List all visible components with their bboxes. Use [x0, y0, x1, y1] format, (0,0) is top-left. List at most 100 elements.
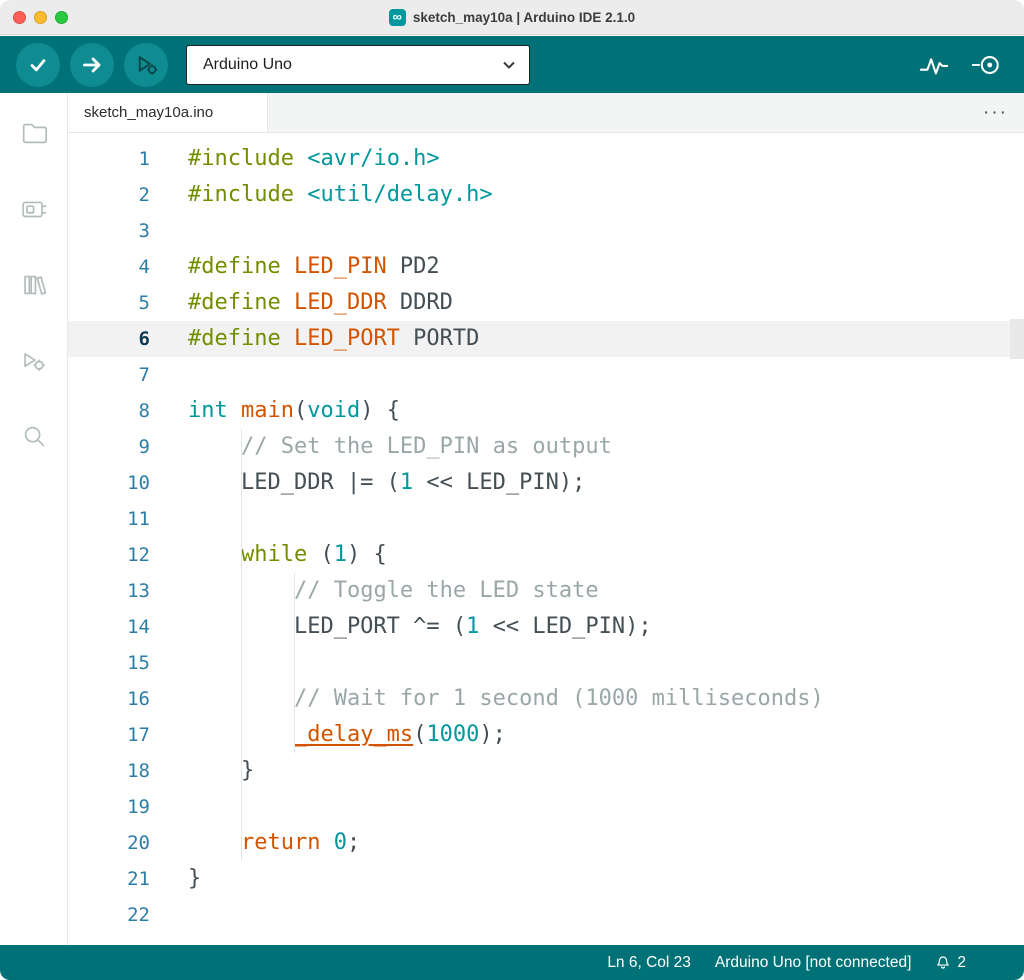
line-number[interactable]: 19	[68, 789, 150, 825]
boards-manager-icon	[19, 194, 49, 224]
code-text: LED_PORT ^= (1 << LED_PIN);	[150, 609, 652, 645]
code-text: #define LED_PIN PD2	[150, 249, 440, 285]
line-number[interactable]: 8	[68, 393, 150, 429]
notifications-button[interactable]: 2	[935, 954, 966, 972]
sidebar-item-search[interactable]	[0, 399, 67, 475]
code-line[interactable]: 15	[68, 645, 1024, 681]
verify-button[interactable]	[16, 43, 60, 87]
code-line[interactable]: 16 // Wait for 1 second (1000 millisecon…	[68, 681, 1024, 717]
code-text: }	[150, 753, 254, 789]
zoom-window-button[interactable]	[55, 11, 68, 24]
code-text	[150, 645, 188, 681]
chevron-down-icon	[503, 61, 515, 69]
code-text: int main(void) {	[150, 393, 400, 429]
code-text	[150, 501, 188, 537]
line-number[interactable]: 14	[68, 609, 150, 645]
code-text	[150, 357, 188, 393]
line-number[interactable]: 3	[68, 213, 150, 249]
line-number[interactable]: 20	[68, 825, 150, 861]
serial-monitor-icon	[971, 52, 1001, 78]
serial-plotter-icon	[919, 52, 949, 78]
code-text	[150, 213, 188, 249]
code-line[interactable]: 20 return 0;	[68, 825, 1024, 861]
code-editor[interactable]: 1#include <avr/io.h>2#include <util/dela…	[68, 133, 1024, 945]
tab-bar: sketch_may10a.ino ···	[68, 93, 1024, 133]
line-number[interactable]: 5	[68, 285, 150, 321]
code-line[interactable]: 14 LED_PORT ^= (1 << LED_PIN);	[68, 609, 1024, 645]
code-line[interactable]: 13 // Toggle the LED state	[68, 573, 1024, 609]
titlebar: ∞ sketch_may10a | Arduino IDE 2.1.0	[0, 0, 1024, 35]
code-line[interactable]: 1#include <avr/io.h>	[68, 141, 1024, 177]
line-number[interactable]: 16	[68, 681, 150, 717]
tab-label: sketch_may10a.ino	[84, 104, 213, 121]
upload-arrow-icon	[79, 52, 105, 78]
code-text: LED_DDR |= (1 << LED_PIN);	[150, 465, 585, 501]
line-number[interactable]: 1	[68, 141, 150, 177]
line-number[interactable]: 15	[68, 645, 150, 681]
code-text: // Set the LED_PIN as output	[150, 429, 612, 465]
code-text: #define LED_PORT PORTD	[150, 321, 479, 357]
line-number[interactable]: 6	[68, 321, 150, 357]
sidebar-item-library-manager[interactable]	[0, 247, 67, 323]
notification-count: 2	[957, 954, 966, 972]
minimize-window-button[interactable]	[34, 11, 47, 24]
arduino-ide-window: ∞ sketch_may10a | Arduino IDE 2.1.0	[0, 0, 1024, 980]
line-number[interactable]: 4	[68, 249, 150, 285]
code-lines: 1#include <avr/io.h>2#include <util/dela…	[68, 133, 1024, 933]
upload-button[interactable]	[70, 43, 114, 87]
code-line[interactable]: 10 LED_DDR |= (1 << LED_PIN);	[68, 465, 1024, 501]
line-number[interactable]: 11	[68, 501, 150, 537]
line-number[interactable]: 13	[68, 573, 150, 609]
code-line[interactable]: 6#define LED_PORT PORTD	[68, 321, 1024, 357]
close-window-button[interactable]	[13, 11, 26, 24]
board-selector-dropdown[interactable]: Arduino Uno	[186, 45, 530, 85]
code-line[interactable]: 7	[68, 357, 1024, 393]
code-line[interactable]: 19	[68, 789, 1024, 825]
traffic-lights	[13, 11, 68, 24]
code-line[interactable]: 8int main(void) {	[68, 393, 1024, 429]
window-title: sketch_may10a | Arduino IDE 2.1.0	[413, 10, 635, 25]
editor-scrollbar[interactable]	[1010, 133, 1024, 945]
line-number[interactable]: 12	[68, 537, 150, 573]
search-icon	[19, 422, 49, 452]
code-line[interactable]: 4#define LED_PIN PD2	[68, 249, 1024, 285]
overview-ruler-marker	[1010, 319, 1024, 359]
serial-monitor-button[interactable]	[968, 47, 1004, 83]
code-text: _delay_ms(1000);	[150, 717, 506, 753]
code-line[interactable]: 5#define LED_DDR DDRD	[68, 285, 1024, 321]
code-line[interactable]: 11	[68, 501, 1024, 537]
sidebar-item-debug[interactable]	[0, 323, 67, 399]
line-number[interactable]: 18	[68, 753, 150, 789]
line-number[interactable]: 2	[68, 177, 150, 213]
code-line[interactable]: 22	[68, 897, 1024, 933]
code-text: while (1) {	[150, 537, 387, 573]
code-line[interactable]: 9 // Set the LED_PIN as output	[68, 429, 1024, 465]
code-line[interactable]: 12 while (1) {	[68, 537, 1024, 573]
code-line[interactable]: 17 _delay_ms(1000);	[68, 717, 1024, 753]
line-number[interactable]: 22	[68, 897, 150, 933]
code-text: }	[150, 861, 201, 897]
debug-button[interactable]	[124, 43, 168, 87]
more-actions-button[interactable]: ···	[983, 93, 1008, 133]
line-number[interactable]: 7	[68, 357, 150, 393]
bell-icon	[935, 955, 951, 971]
code-line[interactable]: 2#include <util/delay.h>	[68, 177, 1024, 213]
code-line[interactable]: 18 }	[68, 753, 1024, 789]
line-number[interactable]: 9	[68, 429, 150, 465]
line-number[interactable]: 10	[68, 465, 150, 501]
line-number[interactable]: 21	[68, 861, 150, 897]
code-line[interactable]: 21}	[68, 861, 1024, 897]
board-selector-value: Arduino Uno	[203, 56, 503, 74]
code-text: #include <util/delay.h>	[150, 177, 493, 213]
sidebar-item-boards-manager[interactable]	[0, 171, 67, 247]
serial-plotter-button[interactable]	[916, 47, 952, 83]
tab-sketch-may10a[interactable]: sketch_may10a.ino	[68, 93, 268, 132]
code-text	[150, 789, 188, 825]
cursor-position[interactable]: Ln 6, Col 23	[607, 954, 691, 972]
code-line[interactable]: 3	[68, 213, 1024, 249]
sidebar-item-sketchbook[interactable]	[0, 95, 67, 171]
toolbar: Arduino Uno	[0, 36, 1024, 93]
line-number[interactable]: 17	[68, 717, 150, 753]
sketchbook-folder-icon	[19, 118, 49, 148]
code-text: #define LED_DDR DDRD	[150, 285, 453, 321]
